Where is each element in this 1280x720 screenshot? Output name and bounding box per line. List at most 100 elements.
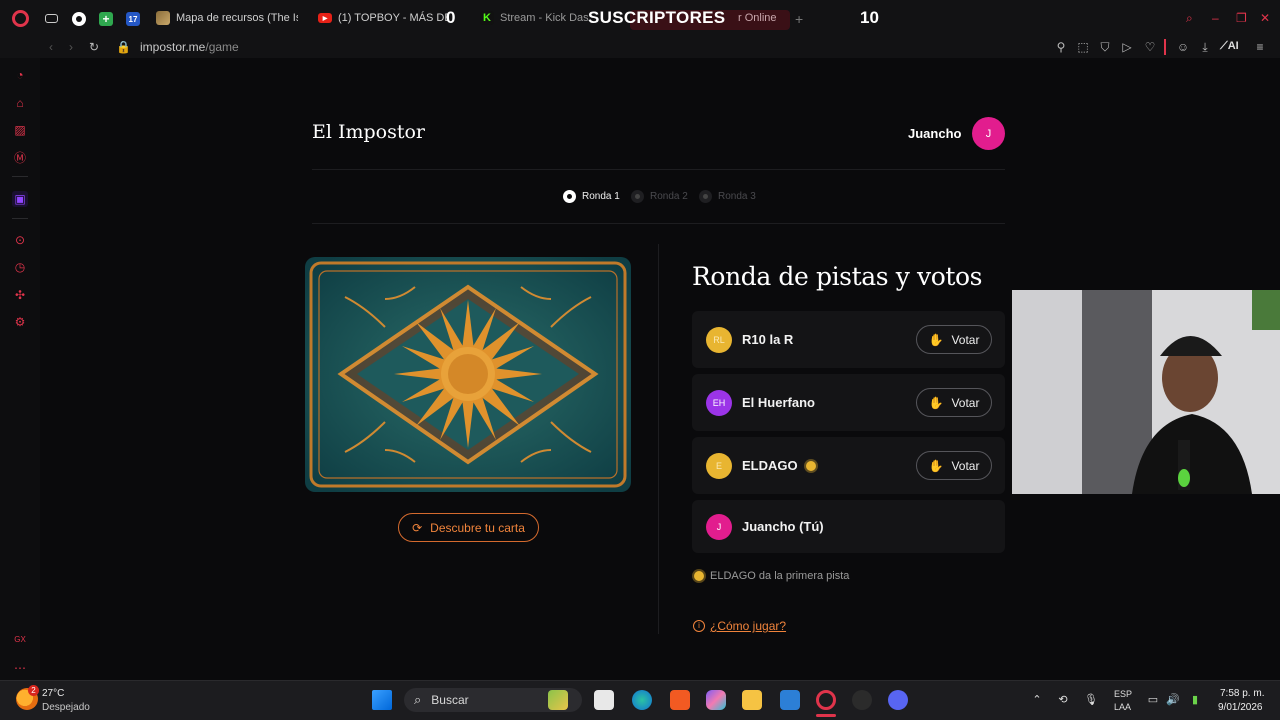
map-favicon-icon [156, 11, 170, 25]
copilot-icon[interactable] [706, 690, 726, 710]
edge-icon[interactable] [632, 690, 652, 710]
tray-mic-icon[interactable]: 🎙 [1084, 693, 1098, 707]
minimize-icon[interactable]: – [1212, 12, 1224, 24]
hand-icon: ✋ [928, 332, 944, 347]
player-avatar: J [706, 514, 732, 540]
lock-icon: 🔒 [116, 40, 131, 54]
round-indicator-1: Ronda 1 [563, 190, 620, 203]
url-field[interactable]: impostor.me/game [140, 40, 239, 54]
download-icon[interactable]: ⤓ [1198, 40, 1212, 54]
turn-hint: ELDAGO da la primera pista [694, 570, 849, 582]
obs-icon[interactable] [852, 690, 872, 710]
search-highlight-icon[interactable] [548, 690, 568, 710]
sidebar-gx-icon[interactable]: GX [12, 632, 28, 648]
file-explorer-icon[interactable] [742, 690, 762, 710]
weather-description: Despejado [42, 702, 90, 713]
windows-start-icon[interactable] [372, 690, 392, 710]
vote-button[interactable]: ✋ Votar [916, 388, 992, 417]
column-divider [658, 244, 659, 634]
forward-icon[interactable]: › [64, 40, 78, 54]
sidebar-speed-icon[interactable]: ◔ [12, 67, 28, 83]
tray-volume-icon[interactable]: 🔊 [1166, 693, 1180, 707]
kick-favicon-icon: K [480, 11, 494, 25]
tray-sync-icon[interactable]: ⟲ [1056, 693, 1070, 707]
reveal-card-button[interactable]: ⟳ Descubre tu carta [398, 513, 539, 542]
pinned-tab-17[interactable]: 17 [126, 12, 140, 26]
pin-icon[interactable]: ⚲ [1054, 40, 1068, 54]
sidebar-news-icon[interactable]: ▨ [12, 122, 28, 138]
user-name: Juancho [908, 126, 962, 141]
tray-chevron-icon[interactable]: ⌃ [1030, 693, 1044, 707]
play-icon[interactable]: ▷ [1120, 40, 1134, 54]
sidebar-settings-icon[interactable]: ⚙ [12, 314, 28, 330]
vote-button[interactable]: ✋ Votar [916, 325, 992, 354]
refresh-icon: ⟳ [412, 520, 423, 535]
round-active-dot [563, 190, 576, 203]
streamer-webcam-image [1012, 290, 1280, 494]
snapshot-icon[interactable]: ⬚ [1076, 40, 1090, 54]
close-icon[interactable]: ✕ [1260, 12, 1272, 24]
stream-overlay-subscribers-label: SUSCRIPTORES [588, 8, 726, 27]
language-indicator-top[interactable]: ESP [1114, 689, 1132, 699]
player-name: R10 la R [742, 332, 794, 347]
weather-badge: 2 [28, 685, 39, 696]
outlook-icon[interactable] [780, 690, 800, 710]
tab-active-game[interactable]: r Online [738, 8, 782, 28]
sidebar-history-icon[interactable]: ◷ [12, 259, 28, 275]
language-indicator-bottom[interactable]: LAA [1114, 702, 1131, 712]
player-avatar: EH [706, 390, 732, 416]
player-row: RL R10 la R ✋ Votar [692, 311, 1005, 368]
gamepad-icon[interactable] [45, 14, 58, 23]
sun-icon [694, 571, 704, 581]
new-tab-button[interactable]: + [795, 11, 803, 27]
section-title: Ronda de pistas y votos [692, 262, 983, 291]
back-icon[interactable]: ‹ [44, 40, 58, 54]
round-inactive-dot [699, 190, 712, 203]
sidebar-store-icon[interactable]: ⌂ [12, 95, 28, 111]
reload-icon[interactable]: ↻ [87, 40, 101, 54]
sidebar-m-icon[interactable]: Ⓜ [12, 150, 28, 166]
app-logo[interactable]: El Impostor [312, 121, 425, 143]
round-indicator-3: Ronda 3 [699, 190, 756, 203]
how-to-play-link[interactable]: i ¿Cómo jugar? [693, 619, 786, 633]
tray-monitor-icon[interactable]: ▭ [1146, 693, 1160, 707]
brave-icon[interactable] [670, 690, 690, 710]
taskbar-date[interactable]: 9/01/2026 [1218, 702, 1263, 713]
tab-map[interactable]: Mapa de recursos (The Isla [156, 8, 298, 28]
pinned-tab-plus-icon[interactable]: + [99, 12, 113, 26]
menu-icon[interactable]: ≡ [1253, 40, 1267, 54]
sidebar-twitch-icon[interactable]: ▣ [12, 191, 28, 207]
vote-button[interactable]: ✋ Votar [916, 451, 992, 480]
taskbar-time[interactable]: 7:58 p. m. [1220, 688, 1264, 699]
active-app-indicator [816, 714, 836, 717]
player-name: El Huerfano [742, 395, 815, 410]
discord-icon[interactable] [888, 690, 908, 710]
sidebar-extensions-icon[interactable]: ✣ [12, 287, 28, 303]
sidebar-more-icon[interactable]: ⋯ [12, 660, 28, 676]
maximize-icon[interactable]: ❐ [1236, 12, 1248, 24]
tab-youtube[interactable]: ▶ (1) TOPBOY - MÁS DE A [318, 8, 448, 28]
search-icon: ⌕ [414, 692, 422, 707]
shield-icon[interactable]: ⛉ [1098, 40, 1112, 54]
hidden-card[interactable] [305, 257, 631, 492]
user-avatar[interactable]: J [972, 117, 1005, 150]
player-name: ELDAGO [742, 458, 816, 473]
search-tabs-icon[interactable]: ⌕ [1186, 12, 1198, 24]
pinned-tab-circle[interactable] [72, 12, 86, 26]
opera-gx-taskbar-icon[interactable] [816, 690, 836, 710]
youtube-favicon-icon: ▶ [318, 13, 332, 23]
header-divider [312, 169, 1005, 170]
ai-button[interactable]: ⟋AI [1220, 40, 1239, 53]
heart-icon[interactable]: ♡ [1143, 40, 1157, 54]
task-view-icon[interactable] [594, 690, 614, 710]
weather-temperature: 27°C [42, 688, 65, 699]
stream-overlay-count: 10 [860, 8, 879, 27]
hand-icon: ✋ [928, 395, 944, 410]
player-avatar: RL [706, 327, 732, 353]
tab-kick[interactable]: K Stream - Kick Dashb [480, 8, 588, 28]
sidebar-player-icon[interactable]: ⊙ [12, 232, 28, 248]
profile-icon[interactable]: ☺ [1176, 40, 1190, 54]
toolbar-divider [1164, 39, 1166, 55]
opera-logo-icon[interactable] [12, 10, 29, 27]
tray-battery-icon[interactable]: ▮ [1188, 693, 1202, 707]
